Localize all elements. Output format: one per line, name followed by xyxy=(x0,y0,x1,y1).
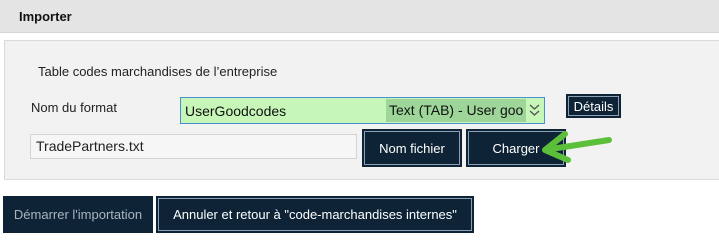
chevron-down-icon[interactable] xyxy=(528,103,541,117)
file-name-input[interactable]: TradePartners.txt xyxy=(30,134,357,159)
format-select-type: Text (TAB) - User goo xyxy=(386,99,526,122)
format-label: Nom du format xyxy=(31,100,117,115)
arrow-left-icon xyxy=(542,131,612,163)
format-select-name: UserGoodcodes xyxy=(185,103,287,119)
start-import-button[interactable]: Démarrer l'importation xyxy=(3,196,153,233)
cancel-return-button[interactable]: Annuler et retour à "code-marchandises i… xyxy=(156,196,474,233)
dialog-title: Importer xyxy=(19,9,72,24)
choose-file-button[interactable]: Nom fichier xyxy=(362,129,462,167)
format-select[interactable]: UserGoodcodes Text (TAB) - User goo xyxy=(180,97,545,124)
dialog-header: Importer xyxy=(0,0,719,33)
details-button[interactable]: Détails xyxy=(566,94,621,118)
section-label: Table codes marchandises de l’entreprise xyxy=(38,64,278,79)
